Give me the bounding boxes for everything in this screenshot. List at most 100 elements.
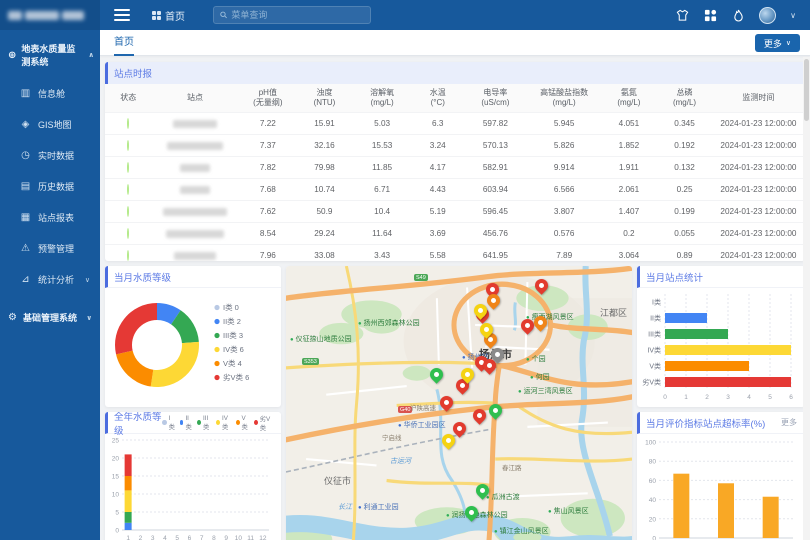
breadcrumb-home[interactable]: 首页 <box>165 8 185 23</box>
cell-value: 8.54 <box>239 223 298 245</box>
station-report-panel: 站点时报 状态站点pH值(无量纲)浊度(NTU)溶解氧(mg/L)水温(°C)电… <box>105 62 805 261</box>
cell-time: 2024-01-23 12:00:00 <box>712 113 805 135</box>
cell-value: 570.13 <box>463 135 528 157</box>
sidebar-item-label: 预警管理 <box>38 242 74 255</box>
sidebar-item-base-management[interactable]: ⚙ 基础管理系统 ∨ <box>0 301 100 334</box>
flame-icon[interactable] <box>731 8 745 22</box>
table-row[interactable]: 8.5429.2411.643.69456.760.5760.20.055202… <box>105 223 805 245</box>
sidebar-item-system-title[interactable]: ⊕ 地表水质量监测系统 ∧ <box>0 30 100 78</box>
status-ok-dot <box>127 206 129 217</box>
station-name-redacted <box>173 120 217 128</box>
chevron-down-icon: ∨ <box>786 39 791 47</box>
sidebar-item-7[interactable]: ⊿ 统计分析∨ <box>0 264 100 295</box>
svg-text:40: 40 <box>649 497 657 504</box>
column-header: 电导率(uS/cm) <box>463 84 528 113</box>
hbar-劣V类 <box>665 377 791 387</box>
more-button-label: 更多 <box>764 37 782 50</box>
cell-value: 50.9 <box>297 201 352 223</box>
menu-collapse-icon[interactable] <box>114 9 130 21</box>
panel-header: 站点时报 <box>105 62 805 84</box>
svg-text:2: 2 <box>139 535 143 540</box>
sidebar-item-5[interactable]: ▦ 站点报表 <box>0 202 100 233</box>
svg-text:III类 3: III类 3 <box>223 330 243 340</box>
table-row[interactable]: 7.8279.9811.854.17582.919.9141.9110.1322… <box>105 157 805 179</box>
cell-value: 0.345 <box>657 113 712 135</box>
exceed-more-link[interactable]: 更多 <box>781 417 797 428</box>
cell-value: 7.37 <box>239 135 298 157</box>
svg-text:1: 1 <box>684 394 688 401</box>
table-row[interactable]: 7.6810.746.714.43603.946.5662.0610.25202… <box>105 179 805 201</box>
sidebar-item-4[interactable]: ▤ 历史数据 <box>0 171 100 202</box>
sidebar-item-2[interactable]: ◈ GIS地图 <box>0 109 100 140</box>
gis-map-panel: G40S49S353扬州市仪征市江都区扬州西郊森林公园仪征捺山地质公园瘦西湖风景… <box>286 266 632 540</box>
column-header: 氨氮(mg/L) <box>601 84 658 113</box>
cell-value: 5.58 <box>412 245 463 262</box>
stacked-bar-segment <box>125 454 132 476</box>
main-area: 首页 更多 ∨ 站点时报 状态站点pH值(无量纲)浊度(NTU)溶解氧(mg/L… <box>100 30 810 540</box>
exceed-rate-panel: 当月评价指标站点超标率(%) 更多 020406080100高锰酸盐指数氨氮总磷 <box>637 412 805 540</box>
table-row[interactable]: 7.2215.915.036.3597.825.9454.0510.345202… <box>105 113 805 135</box>
cell-value: 4.051 <box>601 113 658 135</box>
tab-home[interactable]: 首页 <box>114 30 134 56</box>
theme-skin-icon[interactable] <box>675 8 689 22</box>
cell-value: 7.96 <box>239 245 298 262</box>
column-header: 水温(°C) <box>412 84 463 113</box>
search-input[interactable] <box>231 10 364 20</box>
chevron-down-icon: ∨ <box>85 276 94 284</box>
table-row[interactable]: 7.3732.1615.533.24570.135.8261.8520.1922… <box>105 135 805 157</box>
cell-value: 32.16 <box>297 135 352 157</box>
yearly-quality-panel: 全年水质等级 I类II类III类IV类V类劣V类 051015202512345… <box>105 412 281 540</box>
station-name-redacted <box>163 208 227 216</box>
svg-text:5: 5 <box>175 535 179 540</box>
svg-text:9: 9 <box>224 535 228 540</box>
cell-value: 0.576 <box>528 223 601 245</box>
scrollbar-thumb[interactable] <box>804 59 809 121</box>
cell-value: 456.76 <box>463 223 528 245</box>
cell-value: 3.69 <box>412 223 463 245</box>
svg-text:15: 15 <box>112 474 120 481</box>
sidebar-item-label: GIS地图 <box>38 118 72 131</box>
layout-components-icon[interactable] <box>703 8 717 22</box>
sidebar-item-3[interactable]: ◷ 实时数据 <box>0 140 100 171</box>
page-scrollbar[interactable] <box>803 57 810 540</box>
cell-value: 0.055 <box>657 223 712 245</box>
sidebar-item-1[interactable]: ▥ 信息舱 <box>0 78 100 109</box>
cell-value: 5.826 <box>528 135 601 157</box>
user-menu-chevron-down-icon[interactable]: ∨ <box>790 11 796 20</box>
home-grid-icon <box>152 11 161 20</box>
cell-value: 15.53 <box>352 135 413 157</box>
logo-text-redacted <box>8 11 84 20</box>
monthly-quality-donut-chart[interactable]: I类 0II类 2III类 3IV类 6V类 4劣V类 6 <box>105 288 281 407</box>
map-canvas[interactable]: G40S49S353扬州市仪征市江都区扬州西郊森林公园仪征捺山地质公园瘦西湖风景… <box>286 266 632 540</box>
svg-text:6: 6 <box>188 535 192 540</box>
sidebar-item-6[interactable]: ⚠ 预警管理 <box>0 233 100 264</box>
svg-text:20: 20 <box>112 456 120 463</box>
cell-value: 6.3 <box>412 113 463 135</box>
monthly-station-stats-chart[interactable]: 0123456I类II类III类IV类V类劣V类 <box>637 288 805 407</box>
panel-title: 当月站点统计 <box>646 270 703 284</box>
yearly-quality-chart[interactable]: 0510152025123456789101112 <box>105 434 281 540</box>
panel-header: 当月评价指标站点超标率(%) 更多 <box>637 412 805 434</box>
sidebar-item-label: 站点报表 <box>38 211 74 224</box>
column-header: 高锰酸盐指数(mg/L) <box>528 84 601 113</box>
search-icon <box>220 11 227 19</box>
dashboard-content: 站点时报 状态站点pH值(无量纲)浊度(NTU)溶解氧(mg/L)水温(°C)电… <box>100 57 810 540</box>
svg-text:5: 5 <box>115 510 119 517</box>
station-table-header: 状态站点pH值(无量纲)浊度(NTU)溶解氧(mg/L)水温(°C)电导率(uS… <box>105 84 805 113</box>
cell-value: 7.68 <box>239 179 298 201</box>
cell-value: 3.24 <box>412 135 463 157</box>
table-row[interactable]: 7.9633.083.435.58641.957.893.0640.892024… <box>105 245 805 262</box>
station-name-redacted <box>174 252 216 260</box>
column-header: 监测时间 <box>712 84 805 113</box>
cell-value: 0.2 <box>601 223 658 245</box>
menu-search-box[interactable] <box>213 6 371 24</box>
donut-slice-劣V类 <box>115 303 157 354</box>
sidebar-item-label: 统计分析 <box>38 273 74 286</box>
exceed-rate-chart[interactable]: 020406080100高锰酸盐指数氨氮总磷 <box>637 434 805 540</box>
svg-text:4: 4 <box>163 535 167 540</box>
more-button[interactable]: 更多 ∨ <box>755 34 800 52</box>
breadcrumb[interactable]: 首页 <box>152 8 185 23</box>
cell-value: 11.64 <box>352 223 413 245</box>
table-row[interactable]: 7.6250.910.45.19596.453.8071.4070.199202… <box>105 201 805 223</box>
user-avatar[interactable] <box>759 7 776 24</box>
